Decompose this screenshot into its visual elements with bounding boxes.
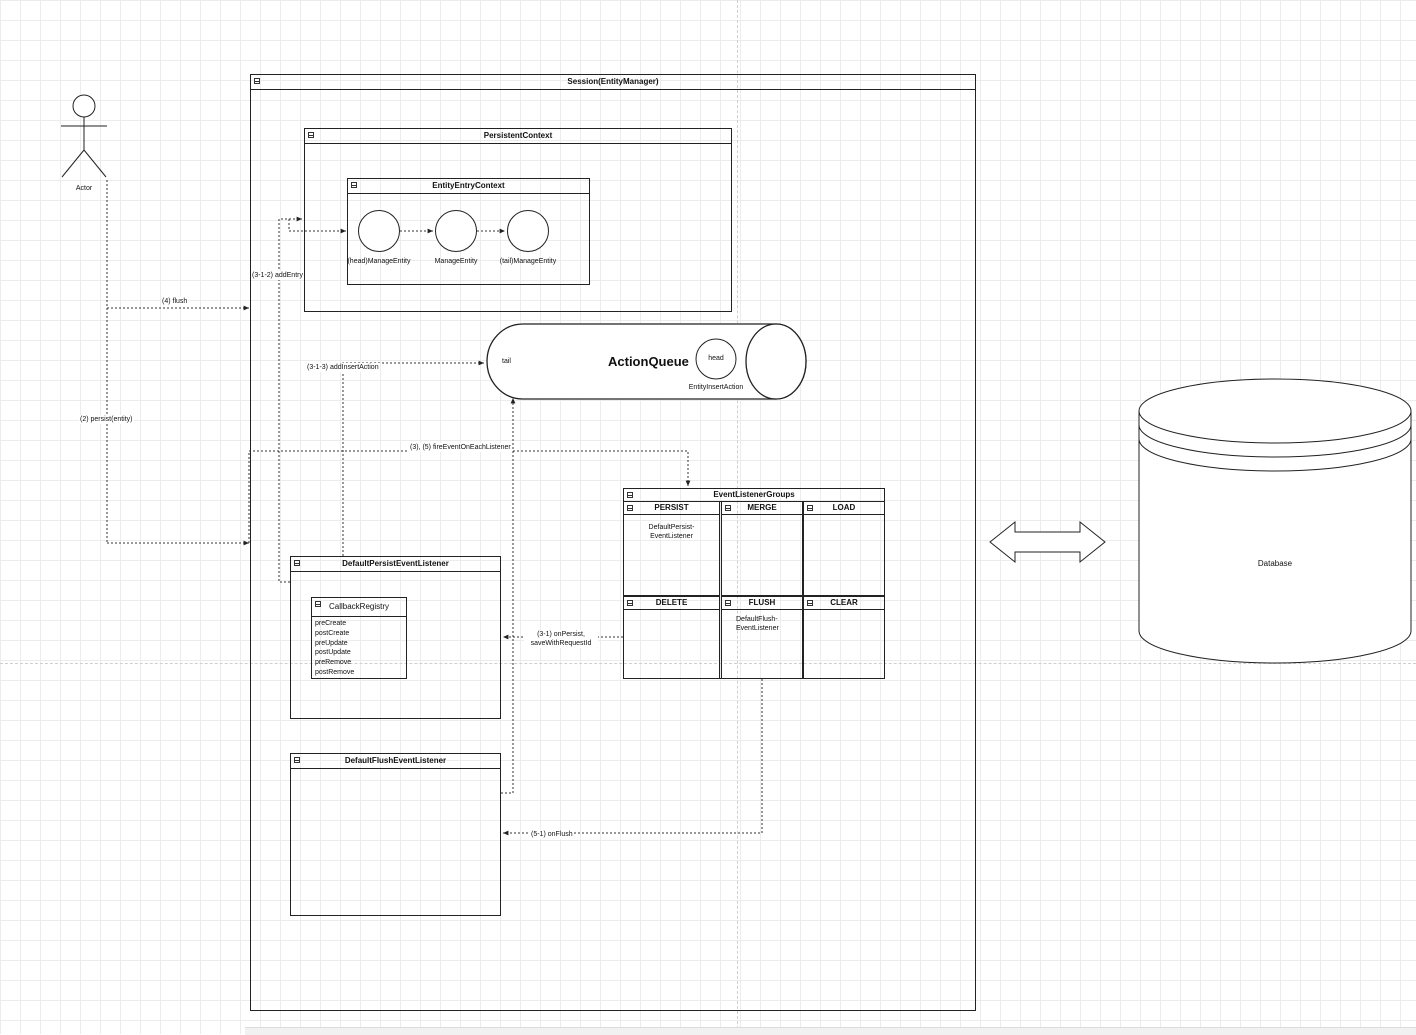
action-queue-title: ActionQueue xyxy=(608,354,689,369)
on-flush-edge xyxy=(503,679,763,836)
database-cylinder[interactable] xyxy=(1138,378,1412,664)
on-persist-edge-label: (3-1) onPersist, saveWithRequestId xyxy=(524,630,598,648)
flush-edge-label: (4) flush xyxy=(161,297,189,306)
on-flush-edge-label: (5-1) onFlush xyxy=(530,830,574,839)
fire-event-edge xyxy=(248,450,691,543)
on-persist-label-line2: saveWithRequestId xyxy=(530,640,592,647)
entity-insert-action-label: EntityInsertAction xyxy=(688,384,744,391)
add-insert-action-edge-label: (3-1-3) addInsertAction xyxy=(306,363,380,372)
diagram-connectors xyxy=(61,94,1412,836)
fire-event-edge-label: (3), (5) fireEventOnEachListener xyxy=(409,443,512,452)
session-database-double-arrow xyxy=(989,520,1106,564)
actor-label: Actor xyxy=(75,185,93,192)
add-entry-edge-label: (3-1-2) addEntry xyxy=(251,271,304,280)
database-label: Database xyxy=(1257,559,1293,568)
persist-edge-label: (2) persist(entity) xyxy=(79,415,134,424)
action-queue-tail-label: tail xyxy=(502,358,511,365)
actor-head-icon xyxy=(72,94,96,118)
actor-figure[interactable] xyxy=(61,94,107,178)
flush-listener-to-queue-edge xyxy=(501,398,516,794)
add-entry-to-entry-context-edge xyxy=(288,219,346,234)
on-persist-label-line1: (3-1) onPersist, xyxy=(537,631,585,638)
add-insert-action-edge xyxy=(342,360,484,556)
action-queue-head-label: head xyxy=(708,355,724,362)
